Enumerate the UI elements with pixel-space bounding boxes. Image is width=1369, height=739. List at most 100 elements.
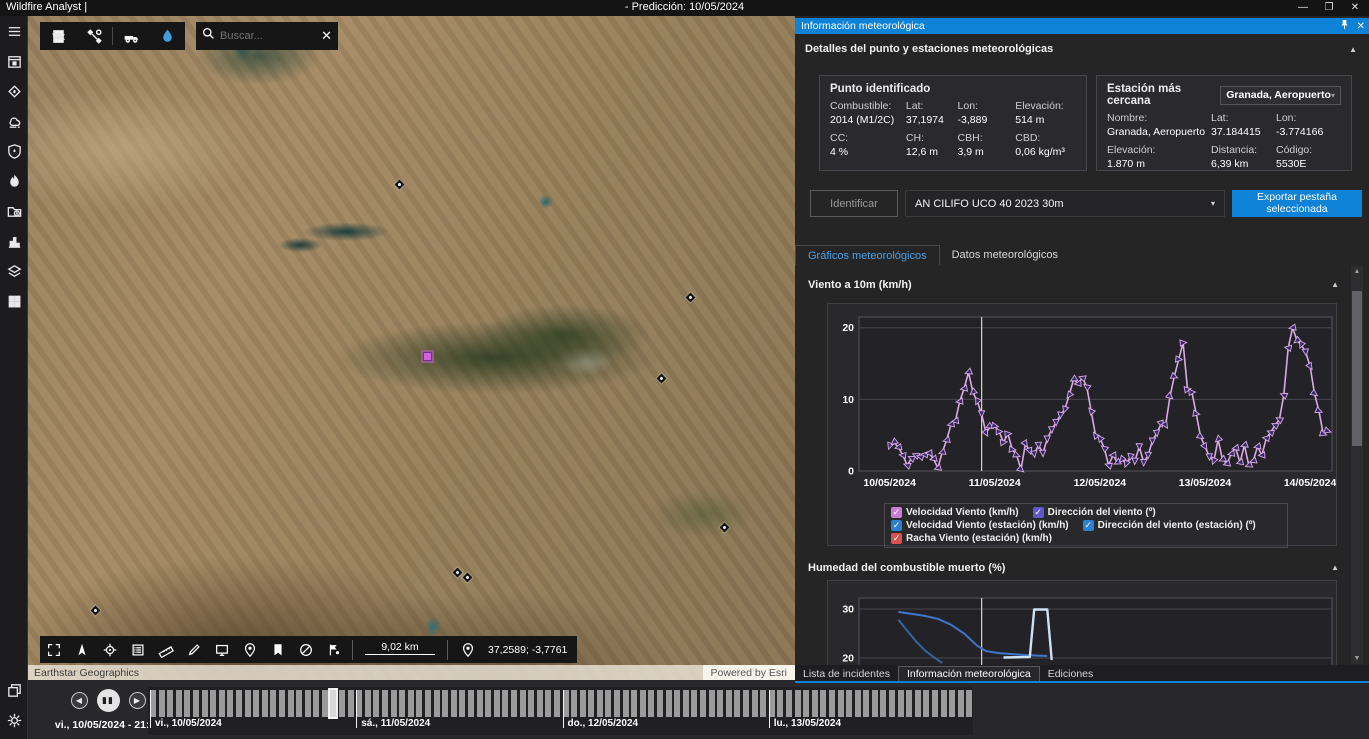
timeline-hour-cell[interactable] [408, 690, 414, 717]
timeline-hour-cell[interactable] [958, 690, 964, 717]
timeline-hour-cell[interactable] [623, 690, 629, 717]
timeline-hour-cell[interactable] [743, 690, 749, 717]
wx-report-icon[interactable]: Wx [40, 22, 76, 50]
timeline-hour-cell[interactable] [227, 690, 233, 717]
place-point-icon[interactable] [236, 636, 264, 663]
timeline-hour-cell[interactable] [296, 690, 302, 717]
dataset-dropdown[interactable]: AN CILIFO UCO 40 2023 30m ▾ [905, 190, 1225, 217]
dock-tab-informaci-n-meteorol-gica[interactable]: Información meteorológica [898, 666, 1040, 681]
measure-icon[interactable] [152, 636, 180, 663]
timeline-hour-cell[interactable] [803, 690, 809, 717]
dock-tab-ediciones[interactable]: Ediciones [1040, 666, 1102, 681]
layers-icon[interactable] [0, 256, 28, 286]
timeline-hour-cell[interactable] [219, 690, 225, 717]
timeline-hour-cell[interactable] [674, 690, 680, 717]
tab-datos-meteorol-gicos[interactable]: Datos meteorológicos [940, 245, 1070, 265]
timeline-hour-cell[interactable] [348, 690, 354, 717]
pause-icon[interactable]: ▮▮ [97, 689, 120, 712]
timeline-hour-cell[interactable] [485, 690, 491, 717]
timeline-current-hour[interactable] [330, 690, 336, 717]
timeline-hour-cell[interactable] [795, 690, 801, 717]
weather-icon[interactable] [0, 106, 28, 136]
analytics-icon[interactable] [0, 226, 28, 256]
weather-station-marker[interactable] [463, 573, 473, 583]
timeline-hour-cell[interactable] [245, 690, 251, 717]
locate-icon[interactable] [96, 636, 124, 663]
legend-checkbox-icon[interactable]: ✓ [1083, 520, 1094, 531]
weather-station-marker[interactable] [657, 374, 667, 384]
timeline-hour-cell[interactable] [494, 690, 500, 717]
fullscreen-icon[interactable] [40, 636, 68, 663]
timeline-hour-cell[interactable] [511, 690, 517, 717]
weather-station-marker[interactable] [453, 568, 463, 578]
timeline-hour-cell[interactable] [184, 690, 190, 717]
timeline-hour-cell[interactable] [760, 690, 766, 717]
draw-icon[interactable] [180, 636, 208, 663]
collapse-wind-icon[interactable]: ▲ [1331, 280, 1339, 289]
timeline-hour-cell[interactable] [253, 690, 259, 717]
calendar-icon[interactable] [0, 46, 28, 76]
station-select[interactable]: Granada, Aeropuerto ▾ [1220, 86, 1341, 105]
timeline-hour-cell[interactable] [838, 690, 844, 717]
timeline-hour-cell[interactable] [279, 690, 285, 717]
legend-checkbox-icon[interactable]: ✓ [1033, 507, 1044, 518]
timeline-hour-cell[interactable] [683, 690, 689, 717]
restore-icon[interactable]: ❐ [1317, 0, 1341, 15]
satellite-icon[interactable] [76, 22, 112, 50]
timeline-hour-cell[interactable] [365, 690, 371, 717]
scroll-up-icon[interactable]: ▲ [1351, 266, 1363, 277]
timeline-hour-cell[interactable] [262, 690, 268, 717]
pin-icon[interactable] [1340, 19, 1349, 33]
fire-icon[interactable] [0, 166, 28, 196]
timeline-hour-cell[interactable] [373, 690, 379, 717]
bookmark-icon[interactable] [264, 636, 292, 663]
menu-icon[interactable] [0, 16, 28, 46]
timeline-hour-cell[interactable] [425, 690, 431, 717]
timeline-hour-cell[interactable] [588, 690, 594, 717]
tab-gr-ficos-meteorol-gicos[interactable]: Gráficos meteorológicos [795, 245, 940, 265]
dock-tab-lista-de-incidentes[interactable]: Lista de incidentes [795, 666, 898, 681]
weather-station-marker[interactable] [91, 606, 101, 616]
timeline-hour-cell[interactable] [949, 690, 955, 717]
panel-close-icon[interactable]: ✕ [1357, 21, 1365, 32]
timeline-hour-cell[interactable] [717, 690, 723, 717]
timeline-hour-cell[interactable] [915, 690, 921, 717]
timeline-hour-cell[interactable] [820, 690, 826, 717]
timeline-hour-cell[interactable] [468, 690, 474, 717]
timeline-hour-cell[interactable] [932, 690, 938, 717]
timeline-hour-cell[interactable] [889, 690, 895, 717]
legend-checkbox-icon[interactable]: ✓ [891, 507, 902, 518]
timeline-hour-cell[interactable] [863, 690, 869, 717]
timeline-hour-cell[interactable] [640, 690, 646, 717]
timeline-hour-cell[interactable] [898, 690, 904, 717]
clear-search-icon[interactable]: ✕ [321, 28, 332, 44]
timeline-hour-cell[interactable] [288, 690, 294, 717]
legend-checkbox-icon[interactable]: ✓ [891, 520, 902, 531]
timeline-hour-cell[interactable] [666, 690, 672, 717]
timeline-hour-cell[interactable] [270, 690, 276, 717]
timeline-strip[interactable]: vi., 10/05/2024sá., 11/05/2024do., 12/05… [148, 687, 973, 735]
timeline-hour-cell[interactable] [829, 690, 835, 717]
fire-risk-icon[interactable] [0, 76, 28, 106]
step-forward-icon[interactable]: ▶ [129, 692, 146, 709]
timeline-hour-cell[interactable] [700, 690, 706, 717]
compass-icon[interactable] [292, 636, 320, 663]
flag-icon[interactable] [320, 636, 348, 663]
collapse-humidity-icon[interactable]: ▲ [1331, 563, 1339, 572]
timeline-hour-cell[interactable] [923, 690, 929, 717]
humidity-section-header[interactable]: Humedad del combustible muerto (%) [808, 562, 1005, 574]
timeline-hour-cell[interactable] [906, 690, 912, 717]
timeline-hour-cell[interactable] [399, 690, 405, 717]
data-folder-icon[interactable] [0, 196, 28, 226]
timeline-hour-cell[interactable] [846, 690, 852, 717]
timeline-hour-cell[interactable] [631, 690, 637, 717]
north-arrow-icon[interactable] [68, 636, 96, 663]
vehicle-icon[interactable] [113, 22, 149, 50]
timeline-hour-cell[interactable] [528, 690, 534, 717]
timeline-hour-cell[interactable] [459, 690, 465, 717]
timeline-hour-cell[interactable] [777, 690, 783, 717]
panel-title-bar[interactable]: Información meteorológica ✕ [795, 18, 1369, 34]
water-drop-icon[interactable] [149, 22, 185, 50]
timeline-hour-cell[interactable] [880, 690, 886, 717]
timeline-hour-cell[interactable] [786, 690, 792, 717]
